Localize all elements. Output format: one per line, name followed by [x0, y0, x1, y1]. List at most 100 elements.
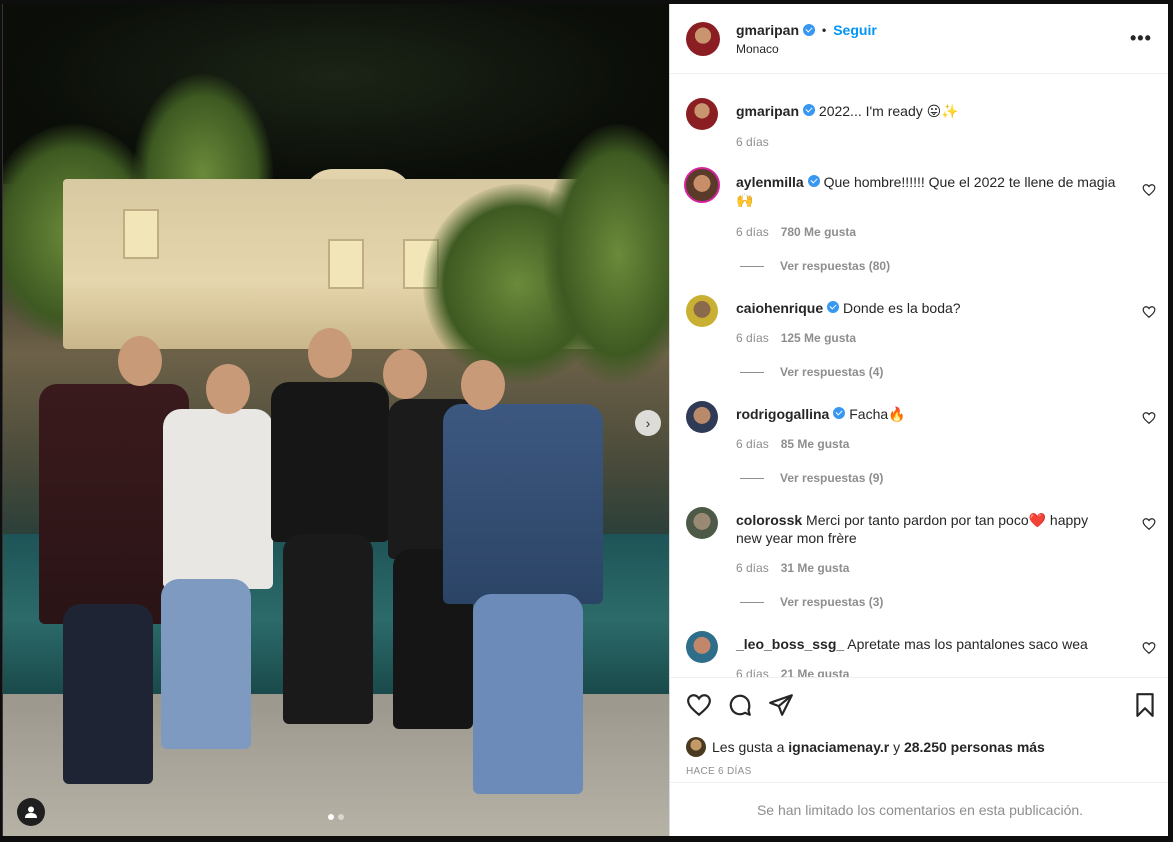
liker-avatar[interactable]	[686, 737, 706, 757]
author-avatar[interactable]	[686, 98, 718, 130]
post-location[interactable]: Monaco	[736, 42, 779, 56]
send-icon[interactable]	[768, 692, 794, 718]
replies-line	[740, 371, 764, 373]
commenter-avatar[interactable]	[686, 401, 718, 433]
person-legs	[161, 579, 251, 749]
view-replies-button[interactable]: Ver respuestas (80)	[740, 259, 890, 273]
comment-meta: 6 días 780 Me gusta	[736, 225, 856, 239]
comment-time[interactable]: 6 días	[736, 225, 769, 239]
comment-likes[interactable]: 125 Me gusta	[781, 331, 856, 345]
likes-others[interactable]: 28.250 personas más	[904, 739, 1045, 755]
author-avatar[interactable]	[686, 22, 720, 56]
person-legs	[283, 534, 373, 724]
verified-badge-icon	[807, 175, 820, 187]
post-header: gmaripan • Seguir Monaco •••	[670, 4, 1168, 74]
post-actions: Les gusta a ignaciamenay.r y 28.250 pers…	[670, 677, 1168, 789]
likes-connector: y	[893, 739, 901, 755]
commenter-avatar[interactable]	[684, 167, 720, 203]
replies-line	[740, 477, 764, 479]
verified-badge-icon	[833, 407, 846, 419]
comment-like-heart-icon[interactable]	[1142, 305, 1156, 319]
comment-text-row: colorossk Merci por tanto pardon por tan…	[736, 511, 1116, 547]
person	[271, 382, 389, 542]
comment-likes[interactable]: 85 Me gusta	[781, 437, 850, 451]
tagged-users-button[interactable]	[17, 798, 45, 826]
browser-window: › gmaripan • Seguir Monaco ••• gmaripan …	[0, 0, 1173, 842]
caption-time[interactable]: 6 días	[736, 135, 769, 149]
comment-time[interactable]: 6 días	[736, 331, 769, 345]
view-replies-button[interactable]: Ver respuestas (3)	[740, 595, 883, 609]
comments-list[interactable]: gmaripan 2022... I'm ready 😛✨ 6 días ayl…	[670, 75, 1168, 677]
view-replies-label: Ver respuestas (4)	[780, 365, 884, 379]
comment-like-heart-icon[interactable]	[1142, 411, 1156, 425]
person	[163, 409, 273, 589]
comment-time[interactable]: 6 días	[736, 561, 769, 575]
author-row: gmaripan • Seguir	[736, 22, 877, 38]
comment-text-row: _leo_boss_ssg_ Apretate mas los pantalon…	[736, 635, 1116, 653]
replies-line	[740, 265, 764, 267]
window	[328, 239, 364, 289]
caption-text-row: gmaripan 2022... I'm ready 😛✨	[736, 102, 1116, 120]
comment-username[interactable]: aylenmilla	[736, 174, 804, 190]
view-replies-label: Ver respuestas (80)	[780, 259, 891, 273]
replies-line	[740, 601, 764, 603]
author-username[interactable]: gmaripan	[736, 22, 799, 38]
comment-icon[interactable]	[727, 692, 753, 718]
comment-time[interactable]: 6 días	[736, 667, 769, 677]
likes-summary: Les gusta a ignaciamenay.r y 28.250 pers…	[686, 737, 1045, 757]
window	[123, 209, 159, 259]
user-icon	[25, 806, 37, 818]
comment-text: Donde es la boda?	[843, 300, 961, 316]
comment-likes[interactable]: 31 Me gusta	[781, 561, 850, 575]
comment-username[interactable]: rodrigogallina	[736, 406, 829, 422]
comment-meta: 6 días 31 Me gusta	[736, 561, 849, 575]
view-replies-label: Ver respuestas (3)	[780, 595, 884, 609]
comment-text-row: caiohenrique Donde es la boda?	[736, 299, 1116, 317]
comment-likes[interactable]: 21 Me gusta	[781, 667, 850, 677]
view-replies-button[interactable]: Ver respuestas (9)	[740, 471, 883, 485]
person-head	[206, 364, 250, 414]
comment-time[interactable]: 6 días	[736, 437, 769, 451]
view-replies-button[interactable]: Ver respuestas (4)	[740, 365, 883, 379]
caption-meta: 6 días	[736, 135, 769, 149]
comment-text: Facha🔥	[849, 406, 906, 422]
likes-prefix: Les gusta a	[712, 739, 785, 755]
comment-username[interactable]: colorossk	[736, 512, 802, 528]
commenter-avatar[interactable]	[686, 507, 718, 539]
verified-badge-icon	[827, 301, 840, 313]
more-icon[interactable]: •••	[1130, 28, 1152, 49]
comment-meta: 6 días 21 Me gusta	[736, 667, 849, 677]
carousel-dot-active	[328, 814, 334, 820]
follow-button[interactable]: Seguir	[833, 22, 877, 38]
heart-icon[interactable]	[686, 692, 712, 718]
comment-like-heart-icon[interactable]	[1142, 183, 1156, 197]
comment-text-row: rodrigogallina Facha🔥	[736, 405, 1116, 423]
caption-username[interactable]: gmaripan	[736, 103, 799, 119]
person-head	[308, 328, 352, 378]
comment-text: Apretate mas los pantalones saco wea	[847, 636, 1088, 652]
comment-likes[interactable]: 780 Me gusta	[781, 225, 856, 239]
commenter-avatar[interactable]	[686, 631, 718, 663]
person-legs	[63, 604, 153, 784]
comment-username[interactable]: _leo_boss_ssg_	[736, 636, 844, 652]
post-modal: › gmaripan • Seguir Monaco ••• gmaripan …	[2, 4, 1168, 836]
view-replies-label: Ver respuestas (9)	[780, 471, 884, 485]
verified-badge-icon	[803, 104, 816, 116]
comment-username[interactable]: caiohenrique	[736, 300, 823, 316]
separator-dot: •	[822, 23, 827, 37]
comment-like-heart-icon[interactable]	[1142, 517, 1156, 531]
person	[443, 404, 603, 604]
comment-text-row: aylenmilla Que hombre!!!!!! Que el 2022 …	[736, 173, 1116, 209]
carousel-dots	[328, 814, 344, 820]
caption-text: 2022... I'm ready 😛✨	[818, 103, 959, 119]
person-head	[118, 336, 162, 386]
comment-like-heart-icon[interactable]	[1142, 641, 1156, 655]
liker-username[interactable]: ignaciamenay.r	[788, 739, 889, 755]
bookmark-icon[interactable]	[1132, 692, 1158, 718]
next-photo-button[interactable]: ›	[635, 410, 661, 436]
comments-limited-notice: Se han limitado los comentarios en esta …	[670, 782, 1168, 836]
post-photo[interactable]: ›	[3, 4, 669, 836]
verified-badge-icon	[803, 24, 816, 36]
posted-time[interactable]: HACE 6 DÍAS	[686, 766, 752, 777]
commenter-avatar[interactable]	[686, 295, 718, 327]
